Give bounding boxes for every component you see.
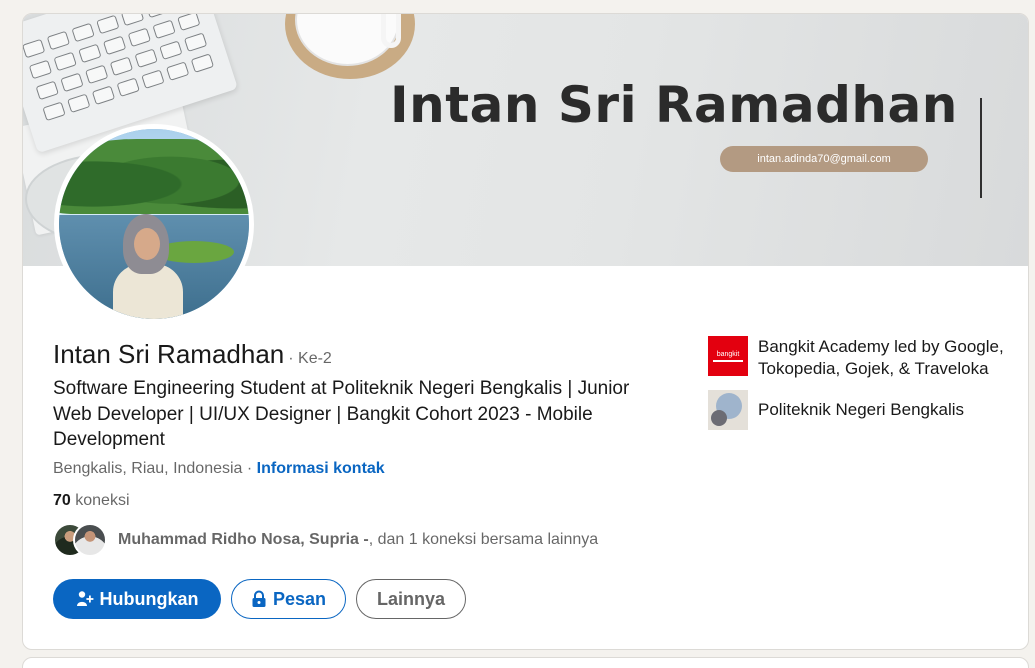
keyboard-key-decor [102,35,127,56]
keyboard-key-decor [159,40,183,60]
connect-button[interactable]: Hubungkan [53,579,221,619]
next-section-card [22,657,1029,668]
connections-count[interactable]: 70 koneksi [53,492,130,510]
banner-divider [980,98,982,198]
keyboard-key-decor [53,51,77,72]
keyboard-key-decor [120,14,145,27]
keyboard-key-decor [134,48,158,69]
mutual-names: Muhammad Ridho Nosa, Supria - [118,531,369,548]
message-label: Pesan [272,588,327,609]
keyboard-key-decor [60,72,84,93]
profile-headline: Software Engineering Student at Politekn… [53,378,630,450]
mutual-connections-text: Muhammad Ridho Nosa, Supria -, dan 1 kon… [118,531,598,549]
keyboard-key-decor [116,77,140,97]
keyboard-key-decor [177,14,201,32]
keyboard-key-decor [190,53,215,73]
profile-actions: Hubungkan Pesan Lainnya [53,579,466,619]
keyboard-key-decor [28,59,53,80]
keyboard-key-decor [71,22,95,43]
name-row: Intan Sri Ramadhan · Ke-2 [53,339,332,370]
mutual-avatar [73,523,107,557]
mutual-suffix: , dan 1 koneksi bersama lainnya [368,531,599,548]
keyboard-key-decor [152,19,176,40]
keyboard-key-decor [141,69,165,89]
avatar-person [113,214,183,319]
keyboard-key-decor [183,32,208,52]
org-name: Politeknik Negeri Bengkalis [758,400,964,419]
keyboard-key-decor [127,27,152,48]
add-person-icon [76,590,94,608]
banner-email: intan.adinda70@gmail.com [720,146,928,172]
mutual-avatars [53,523,109,557]
location-separator: · [242,460,257,477]
polbeng-logo-icon [708,390,748,430]
keyboard-key-decor [166,61,190,81]
profile-card: Intan Sri Ramadhan intan.adinda70@gmail.… [22,13,1029,650]
avatar-trees [59,139,249,214]
org-item-bangkit[interactable]: bangkit Bangkit Academy led by Google, T… [708,336,1008,380]
keyboard-key-decor [96,14,120,35]
org-item-polbeng[interactable]: Politeknik Negeri Bengkalis [708,390,1008,430]
connections-label: koneksi [70,492,130,509]
connect-label: Hubungkan [99,588,199,609]
mutual-connections[interactable]: Muhammad Ridho Nosa, Supria -, dan 1 kon… [53,523,598,557]
keyboard-key-decor [46,30,71,51]
more-label: Lainnya [376,588,446,609]
banner-title: Intan Sri Ramadhan [390,76,958,134]
keyboard-key-decor [78,43,102,64]
message-button[interactable]: Pesan [231,579,346,619]
location-row: Bengkalis, Riau, Indonesia · Informasi k… [53,460,385,478]
keyboard-key-decor [145,14,169,19]
banner-cup-handle-decor [381,14,401,48]
profile-avatar[interactable] [54,124,254,324]
more-button[interactable]: Lainnya [356,579,466,619]
organizations-list: bangkit Bangkit Academy led by Google, T… [708,336,1008,440]
bangkit-logo-icon: bangkit [708,336,748,376]
profile-location: Bengkalis, Riau, Indonesia [53,460,243,477]
org-name: Bangkit Academy led by Google, Tokopedia… [758,337,1004,378]
keyboard-key-decor [109,56,134,77]
keyboard-key-decor [42,101,66,122]
keyboard-key-decor [23,38,46,59]
contact-info-link[interactable]: Informasi kontak [257,460,385,477]
lock-icon [251,590,267,608]
keyboard-key-decor [85,64,109,85]
keyboard-key-decor [91,85,116,106]
bangkit-logo-text: bangkit [716,350,740,358]
keyboard-key-decor [35,80,59,101]
connections-number: 70 [53,492,71,509]
keyboard-key-decor [67,93,91,114]
connection-degree: · Ke-2 [288,350,332,367]
profile-name: Intan Sri Ramadhan [53,339,285,369]
